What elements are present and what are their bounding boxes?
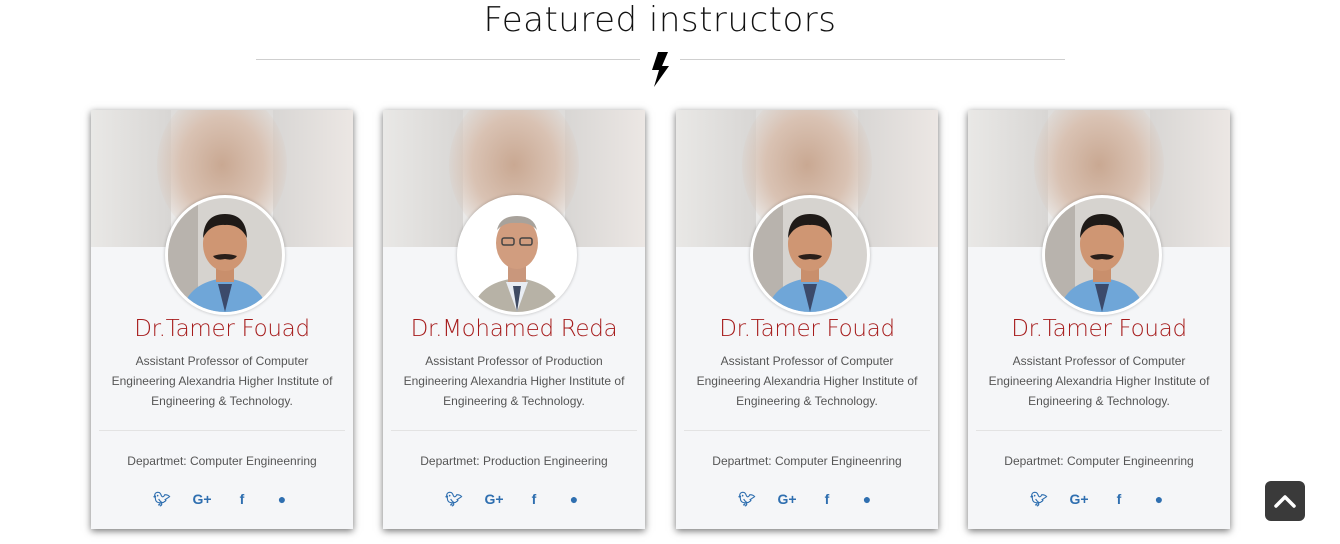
section-title: Featured instructors bbox=[483, 0, 837, 40]
instructor-department: Departmet: Production Engineering bbox=[420, 454, 608, 468]
instructor-description: Assistant Professor of Computer Engineer… bbox=[988, 354, 1210, 408]
chevron-up-icon bbox=[1274, 495, 1296, 508]
instructor-department: Departmet: Computer Engineenring bbox=[712, 454, 902, 468]
instructor-description: Assistant Professor of Production Engine… bbox=[403, 354, 625, 408]
card-divider bbox=[391, 430, 637, 431]
card-divider bbox=[99, 430, 345, 431]
twitter-icon[interactable]: 🐦︎ bbox=[442, 490, 466, 508]
instructor-avatar[interactable] bbox=[750, 195, 870, 315]
lightning-bolt-icon bbox=[652, 52, 669, 87]
globe-icon[interactable]: ● bbox=[855, 490, 879, 508]
instructor-avatar[interactable] bbox=[1042, 195, 1162, 315]
google-plus-icon[interactable]: G+ bbox=[482, 490, 506, 508]
card-divider bbox=[684, 430, 930, 431]
instructor-avatar[interactable] bbox=[457, 195, 577, 315]
instructor-avatar[interactable] bbox=[165, 195, 285, 315]
social-links: 🐦︎ G+ f ● bbox=[383, 490, 645, 508]
globe-icon[interactable]: ● bbox=[270, 490, 294, 508]
twitter-icon[interactable]: 🐦︎ bbox=[1027, 490, 1051, 508]
instructor-department: Departmet: Computer Engineenring bbox=[127, 454, 317, 468]
twitter-icon[interactable]: 🐦︎ bbox=[735, 490, 759, 508]
google-plus-icon[interactable]: G+ bbox=[190, 490, 214, 508]
instructor-card: Dr.Mohamed Reda Assistant Professor of P… bbox=[383, 110, 645, 529]
social-links: 🐦︎ G+ f ● bbox=[968, 490, 1230, 508]
instructor-description: Assistant Professor of Computer Engineer… bbox=[111, 354, 333, 408]
title-divider-right bbox=[680, 59, 1065, 60]
instructor-name[interactable]: Dr.Tamer Fouad bbox=[676, 316, 938, 342]
title-divider-left bbox=[256, 59, 640, 60]
instructor-card: Dr.Tamer Fouad Assistant Professor of Co… bbox=[91, 110, 353, 529]
facebook-icon[interactable]: f bbox=[522, 490, 546, 508]
instructor-name[interactable]: Dr.Mohamed Reda bbox=[383, 316, 645, 342]
facebook-icon[interactable]: f bbox=[230, 490, 254, 508]
instructor-description: Assistant Professor of Computer Engineer… bbox=[696, 354, 918, 408]
twitter-icon[interactable]: 🐦︎ bbox=[150, 490, 174, 508]
instructor-department: Departmet: Computer Engineenring bbox=[1004, 454, 1194, 468]
instructor-name[interactable]: Dr.Tamer Fouad bbox=[968, 316, 1230, 342]
facebook-icon[interactable]: f bbox=[815, 490, 839, 508]
card-divider bbox=[976, 430, 1222, 431]
instructor-card: Dr.Tamer Fouad Assistant Professor of Co… bbox=[676, 110, 938, 529]
instructor-card: Dr.Tamer Fouad Assistant Professor of Co… bbox=[968, 110, 1230, 529]
globe-icon[interactable]: ● bbox=[1147, 490, 1171, 508]
google-plus-icon[interactable]: G+ bbox=[775, 490, 799, 508]
instructor-name[interactable]: Dr.Tamer Fouad bbox=[91, 316, 353, 342]
facebook-icon[interactable]: f bbox=[1107, 490, 1131, 508]
social-links: 🐦︎ G+ f ● bbox=[676, 490, 938, 508]
globe-icon[interactable]: ● bbox=[562, 490, 586, 508]
social-links: 🐦︎ G+ f ● bbox=[91, 490, 353, 508]
back-to-top-button[interactable] bbox=[1265, 481, 1305, 521]
google-plus-icon[interactable]: G+ bbox=[1067, 490, 1091, 508]
